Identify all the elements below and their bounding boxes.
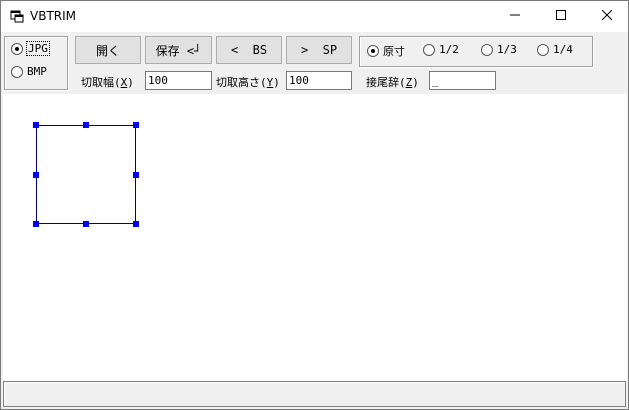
close-icon bbox=[601, 9, 613, 23]
back-button[interactable]: < BS bbox=[216, 36, 282, 64]
radio-scale-full[interactable]: 原寸 bbox=[367, 43, 405, 59]
forward-button[interactable]: > SP bbox=[286, 36, 352, 64]
width-field[interactable]: 100 bbox=[145, 71, 212, 90]
radio-bmp[interactable]: BMP bbox=[11, 65, 47, 78]
maximize-icon bbox=[556, 10, 566, 23]
width-label-suffix: ) bbox=[127, 76, 134, 89]
app-window-icon bbox=[10, 9, 24, 23]
close-button[interactable] bbox=[584, 1, 628, 32]
radio-scale-full-label: 原寸 bbox=[383, 45, 405, 58]
radio-scale-third[interactable]: 1/3 bbox=[481, 43, 517, 56]
width-label: 切取幅(X) bbox=[81, 74, 134, 90]
radio-circle-icon bbox=[11, 42, 23, 55]
resize-handle-bottom[interactable] bbox=[83, 221, 89, 227]
resize-handle-top-left[interactable] bbox=[33, 122, 39, 128]
radio-scale-quarter[interactable]: 1/4 bbox=[537, 43, 573, 56]
suffix-label-text: 接尾辞( bbox=[366, 76, 406, 89]
width-label-text: 切取幅( bbox=[81, 76, 121, 89]
selection-rectangle[interactable] bbox=[36, 125, 136, 224]
resize-handle-top[interactable] bbox=[83, 122, 89, 128]
status-bar bbox=[3, 381, 626, 407]
height-field[interactable]: 100 bbox=[286, 71, 352, 90]
resize-handle-top-right[interactable] bbox=[133, 122, 139, 128]
radio-circle-icon bbox=[537, 43, 549, 56]
radio-scale-quarter-label: 1/4 bbox=[553, 43, 573, 56]
height-label-text: 切取高さ( bbox=[216, 76, 267, 89]
resize-handle-right[interactable] bbox=[133, 172, 139, 178]
minimize-icon bbox=[510, 10, 520, 23]
radio-jpg-label: JPG bbox=[26, 41, 50, 56]
radio-circle-icon bbox=[11, 65, 23, 78]
radio-scale-half-label: 1/2 bbox=[439, 43, 459, 56]
height-label-suffix: ) bbox=[273, 76, 280, 89]
suffix-field[interactable]: _ bbox=[429, 71, 496, 90]
title-bar[interactable]: VBTRIM bbox=[1, 1, 628, 32]
radio-circle-icon bbox=[481, 43, 493, 56]
radio-scale-third-label: 1/3 bbox=[497, 43, 517, 56]
resize-handle-bottom-left[interactable] bbox=[33, 221, 39, 227]
save-button[interactable]: 保存 <┘ bbox=[145, 36, 212, 64]
radio-scale-half[interactable]: 1/2 bbox=[423, 43, 459, 56]
radio-circle-icon bbox=[367, 45, 379, 57]
suffix-label-suffix: ) bbox=[412, 76, 419, 89]
suffix-label: 接尾辞(Z) bbox=[366, 74, 419, 90]
minimize-button[interactable] bbox=[492, 1, 538, 32]
image-canvas[interactable] bbox=[3, 94, 627, 381]
radio-jpg[interactable]: JPG bbox=[11, 41, 50, 56]
app-window: VBTRIM JPG BMP 開く 保存 <┘ < BS > SP 原寸 1/2… bbox=[0, 0, 629, 410]
radio-bmp-label: BMP bbox=[27, 65, 47, 78]
window-title: VBTRIM bbox=[30, 9, 77, 23]
radio-circle-icon bbox=[423, 43, 435, 56]
maximize-button[interactable] bbox=[538, 1, 584, 32]
height-label: 切取高さ(Y) bbox=[216, 74, 280, 90]
open-button[interactable]: 開く bbox=[75, 36, 141, 64]
resize-handle-left[interactable] bbox=[33, 172, 39, 178]
resize-handle-bottom-right[interactable] bbox=[133, 221, 139, 227]
